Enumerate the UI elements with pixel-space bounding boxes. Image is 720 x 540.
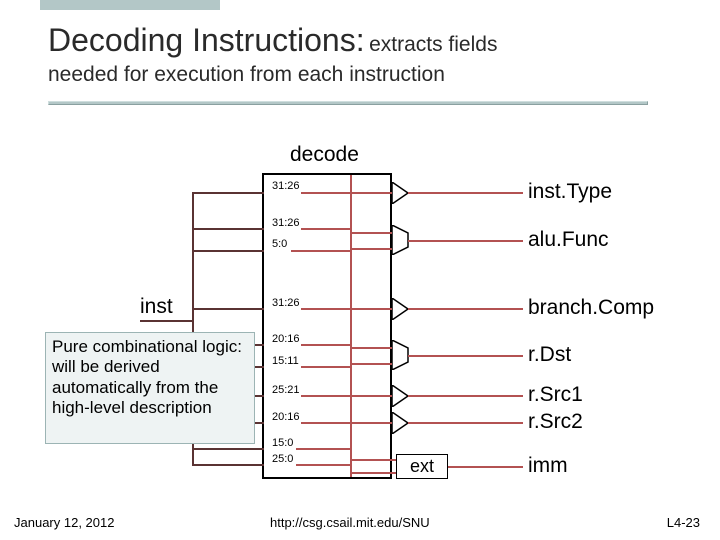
out-branchcomp: branch.Comp	[528, 296, 654, 320]
c-2	[301, 228, 350, 230]
wo-4	[408, 355, 523, 357]
c-4	[301, 308, 350, 310]
og-4a	[350, 347, 392, 349]
og-4b	[350, 363, 392, 365]
inst-stub	[140, 320, 192, 322]
og-2b	[350, 248, 392, 250]
wire-in-1	[192, 192, 264, 194]
og-5	[350, 395, 392, 397]
bits-rsrc1: 25:21	[272, 384, 300, 396]
bits-imm-b: 25:0	[272, 453, 293, 465]
c-3	[291, 250, 350, 252]
wire-in-2	[192, 228, 264, 230]
wire-in-10	[192, 464, 264, 466]
top-accent-bar	[40, 0, 220, 10]
title-subtitle: needed for execution from each instructi…	[48, 63, 680, 87]
bits-alufunc-b: 5:0	[272, 238, 287, 250]
bits-rdst-b: 15:11	[272, 355, 299, 367]
ext-box: ext	[396, 454, 448, 479]
og-7a	[350, 459, 396, 461]
og-6	[350, 422, 392, 424]
c-6	[301, 366, 350, 368]
out-insttype: inst.Type	[528, 180, 612, 204]
bits-rsrc2: 20:16	[272, 411, 300, 423]
wire-in-9	[192, 448, 264, 450]
bits-insttype: 31:26	[272, 180, 300, 192]
out-rsrc1: r.Src1	[528, 383, 583, 407]
out-rsrc2: r.Src2	[528, 410, 583, 434]
out-bus	[350, 175, 352, 477]
og-1	[350, 192, 392, 194]
og-7b	[350, 472, 396, 474]
og-3	[350, 308, 392, 310]
bits-branchcomp: 31:26	[272, 297, 300, 309]
bits-imm-a: 15:0	[272, 437, 293, 449]
bits-alufunc-a: 31:26	[272, 217, 300, 229]
wo-5	[408, 395, 523, 397]
out-alufunc: alu.Func	[528, 228, 609, 252]
wo-3	[408, 308, 523, 310]
og-2a	[350, 232, 392, 234]
bits-rdst-a: 20:16	[272, 333, 300, 345]
wo-7	[448, 466, 523, 468]
c-5	[301, 344, 350, 346]
c-10	[296, 464, 350, 466]
wire-in-3	[192, 250, 264, 252]
title-sub: extracts fields	[369, 33, 497, 56]
out-imm: imm	[528, 454, 568, 478]
c-9	[296, 448, 350, 450]
c-8	[301, 422, 350, 424]
footer-date: January 12, 2012	[14, 515, 114, 530]
wire-in-4	[192, 308, 264, 310]
title-underline	[48, 101, 648, 105]
title-block: Decoding Instructions: extracts fields n…	[48, 22, 680, 87]
footer-url: http://csg.csail.mit.edu/SNU	[270, 515, 430, 530]
c-7	[301, 395, 350, 397]
wo-2	[408, 240, 523, 242]
decode-label: decode	[290, 143, 359, 167]
c-1	[301, 192, 350, 194]
note-box: Pure combinational logic: will be derive…	[45, 332, 255, 444]
out-rdst: r.Dst	[528, 343, 571, 367]
footer-page: L4-23	[667, 515, 700, 530]
title-main: Decoding Instructions:	[48, 22, 365, 58]
wo-6	[408, 422, 523, 424]
inst-label: inst	[140, 295, 173, 319]
wo-1	[408, 192, 523, 194]
